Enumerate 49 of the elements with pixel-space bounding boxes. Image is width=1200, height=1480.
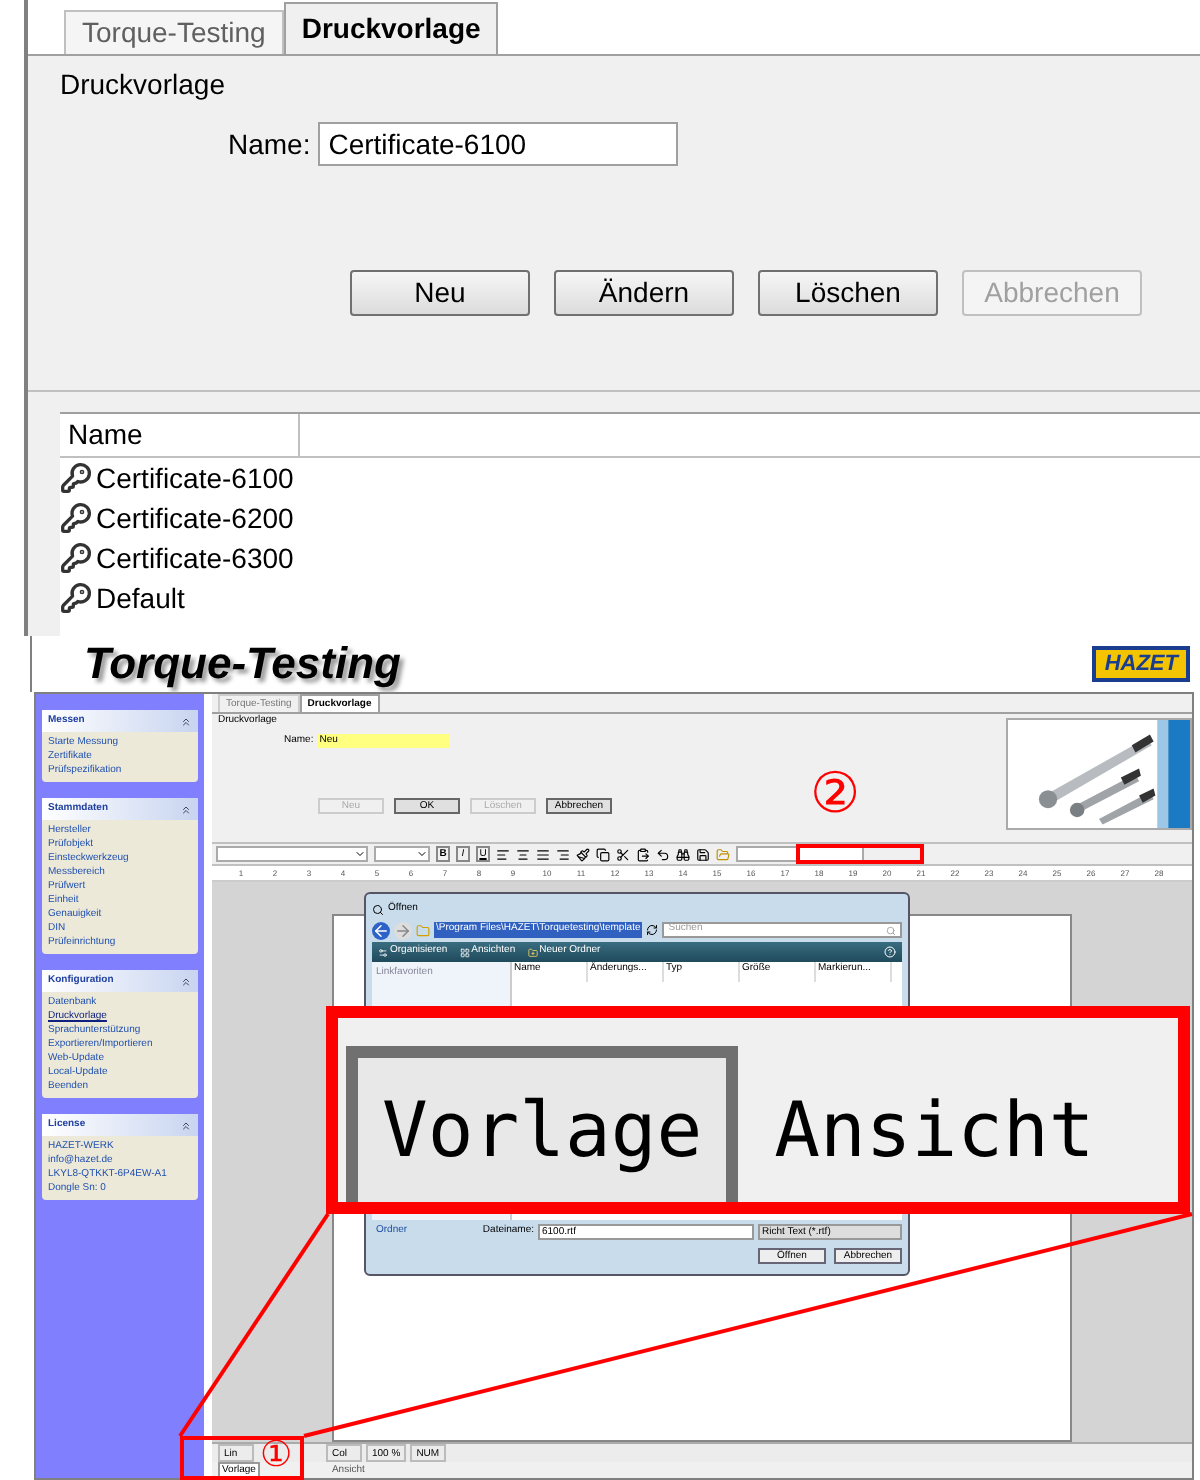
marker-box	[796, 844, 924, 864]
column-header[interactable]: Name	[60, 414, 300, 456]
copy-icon[interactable]	[596, 847, 610, 861]
template-list-item[interactable]: Certificate-6300	[60, 538, 1200, 578]
marker-box	[180, 1436, 304, 1480]
template-list-item[interactable]: Default	[60, 578, 1200, 618]
key-icon	[60, 462, 92, 494]
tab[interactable]: Torque-Testing	[64, 10, 284, 54]
dropdown-caret-icon	[354, 848, 366, 860]
align-left-icon[interactable]	[496, 847, 510, 861]
form-button[interactable]: Neu	[350, 270, 530, 316]
align-center-icon[interactable]	[516, 847, 530, 861]
marker-number: ②	[810, 764, 860, 824]
form-button[interactable]: Ändern	[554, 270, 734, 316]
save-icon[interactable]	[696, 847, 710, 861]
folder-icon[interactable]	[716, 847, 730, 861]
dropdown-caret-icon	[416, 848, 428, 860]
view-tab[interactable]: Ansicht	[750, 1058, 1119, 1202]
scissors-icon[interactable]	[616, 847, 630, 861]
align-right-icon[interactable]	[556, 847, 570, 861]
new-folder-icon	[527, 947, 538, 957]
key-icon	[60, 502, 92, 534]
organize-icon	[378, 947, 388, 957]
binoculars-icon[interactable]	[676, 847, 690, 861]
app-title: Torque-Testing	[84, 638, 401, 690]
brush-icon[interactable]	[576, 847, 590, 861]
logo: HAZET	[1092, 646, 1190, 682]
name-field[interactable]: Certificate-6100	[318, 122, 679, 166]
back-icon[interactable]	[372, 921, 390, 939]
search-icon	[886, 925, 896, 935]
tab[interactable]: Druckvorlage	[283, 2, 499, 54]
refresh-icon[interactable]	[646, 924, 659, 936]
template-list-item[interactable]: Certificate-6100	[60, 458, 1200, 498]
marker-number: ①	[260, 1434, 292, 1474]
template-list-item[interactable]: Certificate-6200	[60, 498, 1200, 538]
key-icon	[60, 542, 92, 574]
search-icon	[372, 903, 384, 915]
folder-icon	[416, 923, 430, 937]
key-icon	[60, 582, 92, 614]
view-tab[interactable]: Vorlage	[346, 1046, 739, 1202]
grid-icon	[459, 947, 470, 957]
form-button[interactable]: Löschen	[758, 270, 938, 316]
name-label: Name:	[228, 125, 311, 163]
paste-icon[interactable]	[636, 847, 650, 861]
forward-icon[interactable]	[394, 921, 412, 939]
help-icon[interactable]	[884, 946, 896, 958]
group-title: Druckvorlage	[60, 66, 227, 104]
undo-icon[interactable]	[656, 847, 670, 861]
align-justify-icon[interactable]	[536, 847, 550, 861]
